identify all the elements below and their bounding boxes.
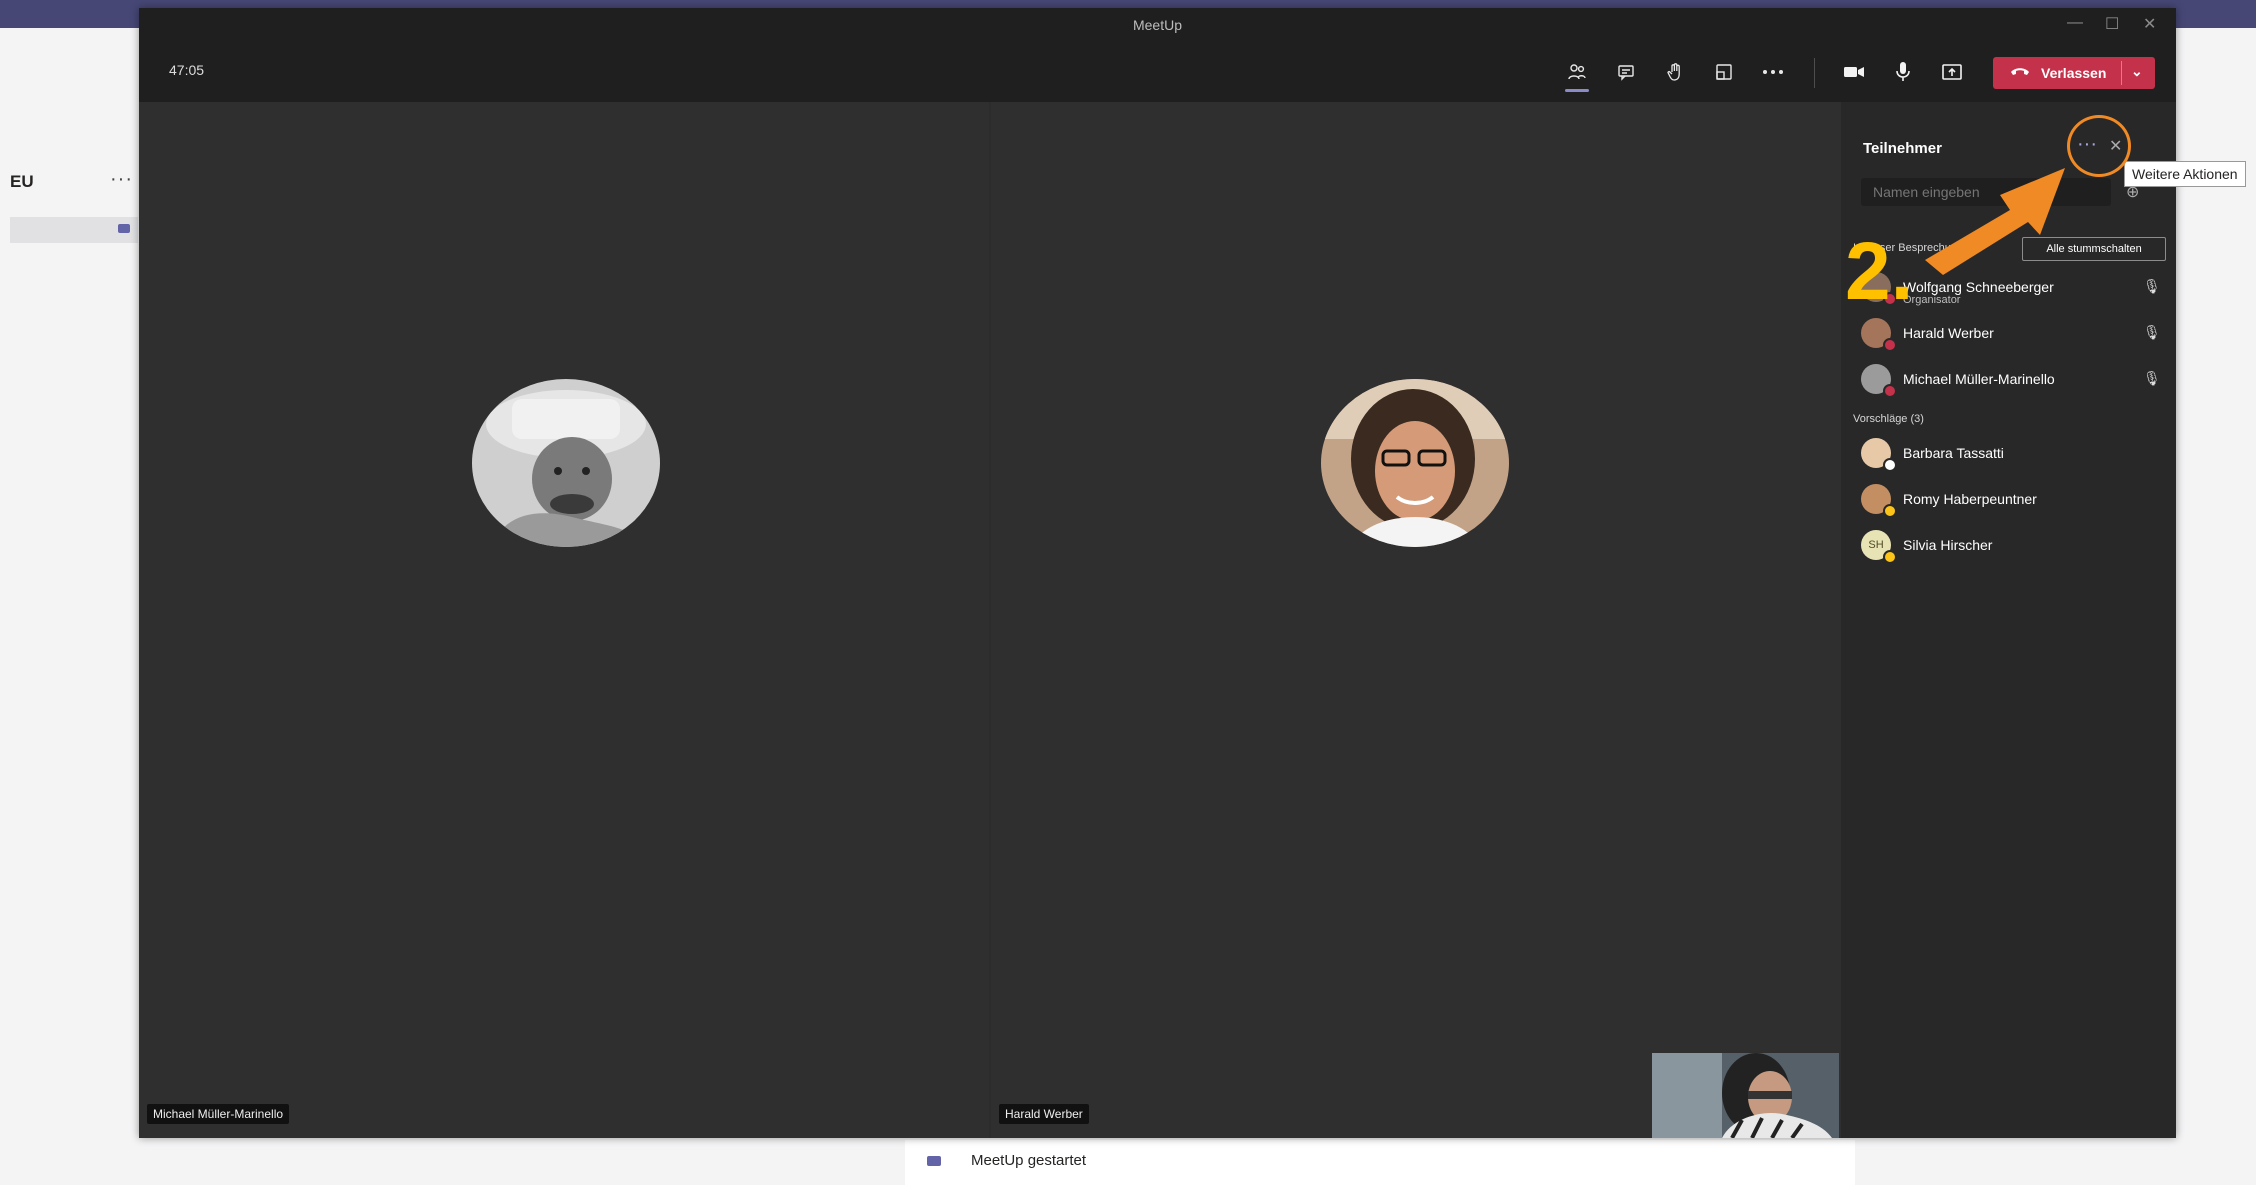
feed-item-text: MeetUp gestartet (971, 1152, 1087, 1169)
self-video-preview[interactable] (1652, 1053, 1839, 1138)
participant-row[interactable]: Harald Werber 🎙 (1861, 318, 2161, 352)
meeting-timer: 47:05 (169, 62, 205, 78)
hang-up-icon (2009, 63, 2031, 81)
window-title: MeetUp (1132, 17, 1183, 33)
participants-icon[interactable] (1560, 56, 1594, 92)
meeting-camera-icon (927, 1156, 941, 1166)
leave-divider (2121, 61, 2122, 85)
leave-label: Verlassen (2041, 65, 2107, 81)
suggestions-section-header[interactable]: Vorschläge (3) (1853, 413, 1924, 425)
background-channel-title: EU (10, 172, 34, 191)
minimize-button[interactable]: — (2067, 14, 2083, 32)
suggestion-name: Romy Haberpeuntner (1903, 491, 2037, 507)
annotation-arrow-icon (1925, 168, 2065, 275)
chat-icon[interactable] (1609, 56, 1643, 88)
presence-status-icon (1883, 504, 1897, 518)
participant-avatar (472, 379, 660, 547)
suggestion-name: Silvia Hirscher (1903, 537, 1993, 553)
share-screen-icon[interactable] (1935, 56, 1969, 88)
meeting-window: MeetUp — ☐ ✕ 47:05 Verlassen ⌄ Michael M… (139, 8, 2176, 1138)
microphone-icon[interactable]: 🎙 (2143, 278, 2161, 295)
video-tile-harald[interactable]: Harald Werber (991, 102, 1841, 1138)
camera-icon[interactable] (1837, 56, 1871, 88)
suggestion-row[interactable]: Romy Haberpeuntner (1861, 484, 2161, 518)
meeting-toolbar: 47:05 Verlassen ⌄ (139, 42, 2176, 102)
background-sidebar (0, 28, 140, 1185)
annotation-highlight-circle (2067, 115, 2131, 177)
background-selected-item[interactable] (10, 217, 138, 243)
suggestion-name: Barbara Tassatti (1903, 445, 2004, 461)
maximize-button[interactable]: ☐ (2105, 14, 2119, 34)
annotation-step-number: 2. (1845, 226, 1914, 317)
participant-row[interactable]: Michael Müller-Marinello 🎙 (1861, 364, 2161, 398)
toolbar-divider (1814, 58, 1815, 88)
presence-status-icon (1883, 338, 1897, 352)
leave-button[interactable]: Verlassen ⌄ (1993, 57, 2155, 89)
microphone-icon[interactable] (1886, 56, 1920, 88)
window-titlebar: MeetUp — ☐ ✕ (139, 8, 2176, 42)
participant-name: Harald Werber (1903, 325, 1994, 341)
close-window-button[interactable]: ✕ (2143, 14, 2156, 34)
presence-status-icon (1883, 550, 1897, 564)
tile-name-tag: Harald Werber (999, 1104, 1089, 1124)
feed-item: MeetUp gestartet (905, 1140, 1855, 1185)
presence-status-icon (1883, 458, 1897, 472)
microphone-icon[interactable]: 🎙 (2143, 370, 2161, 387)
participant-avatar (1321, 379, 1509, 547)
tooltip: Weitere Aktionen (2124, 161, 2246, 187)
suggestion-row[interactable]: SH Silvia Hirscher (1861, 530, 2161, 564)
suggestion-row[interactable]: Barbara Tassatti (1861, 438, 2161, 472)
share-tray-icon[interactable] (1707, 56, 1741, 88)
presence-status-icon (1883, 384, 1897, 398)
more-actions-icon[interactable] (1756, 56, 1790, 88)
camera-icon (118, 224, 130, 233)
background-more-button[interactable]: ··· (110, 168, 133, 191)
tile-name-tag: Michael Müller-Marinello (147, 1104, 290, 1124)
video-tile-michael[interactable]: Michael Müller-Marinello (139, 102, 989, 1138)
chevron-down-icon[interactable]: ⌄ (2131, 63, 2143, 80)
microphone-icon[interactable]: 🎙 (2143, 324, 2161, 341)
participant-name: Michael Müller-Marinello (1903, 371, 2055, 387)
raise-hand-icon[interactable] (1658, 56, 1692, 88)
